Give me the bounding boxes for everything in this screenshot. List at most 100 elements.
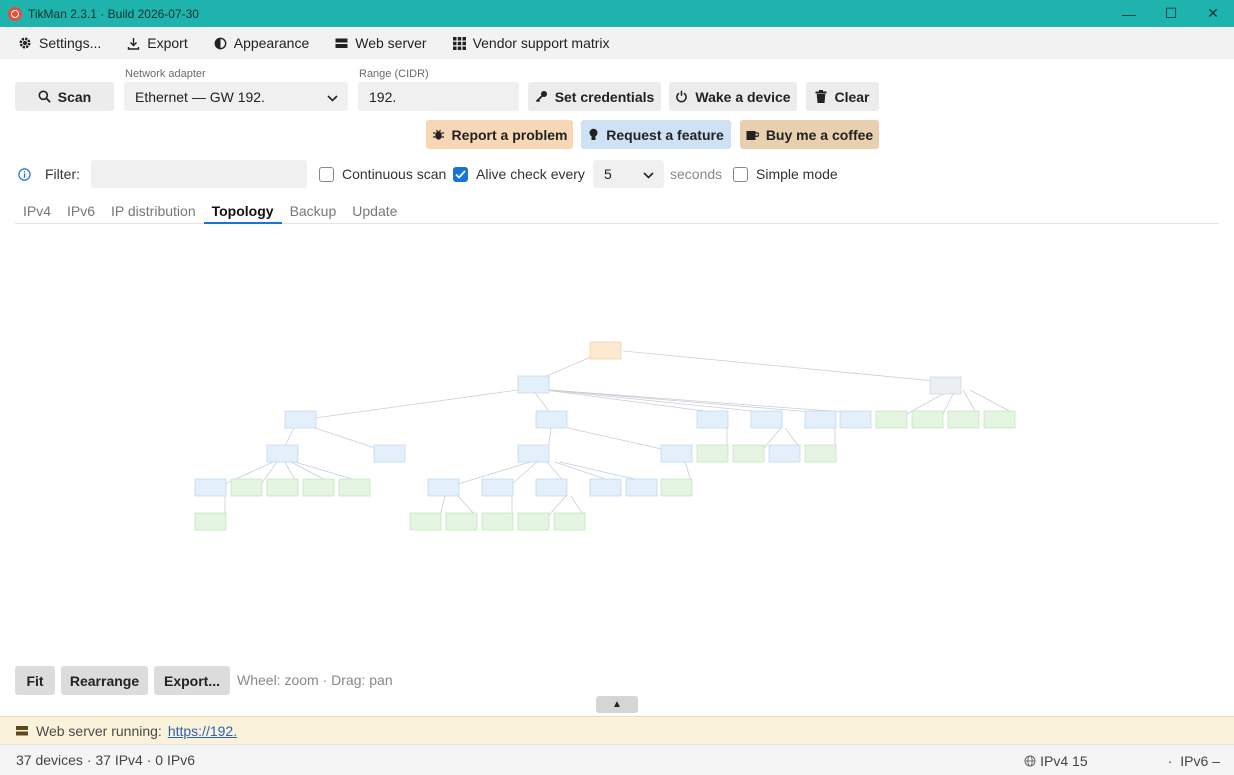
interval-select[interactable]: 5 <box>593 160 664 188</box>
topology-node[interactable] <box>266 444 299 463</box>
topology-node[interactable] <box>804 444 837 463</box>
close-button[interactable]: ✕ <box>1192 0 1234 27</box>
continuous-scan-box[interactable] <box>319 166 334 182</box>
simple-mode-box[interactable] <box>733 166 748 182</box>
export-graph-button[interactable]: Export... <box>154 666 230 695</box>
status-separator: · <box>1167 753 1173 769</box>
topology-node[interactable] <box>284 410 317 429</box>
tab-update[interactable]: Update <box>344 199 405 224</box>
topology-node[interactable] <box>409 512 442 531</box>
topology-node[interactable] <box>983 410 1016 429</box>
range-label: Range (CIDR) <box>359 68 429 80</box>
report-problem-label: Report a problem <box>451 126 568 143</box>
minimize-button[interactable]: — <box>1108 0 1150 27</box>
menu-bar: Settings... Export Appearance Web server… <box>0 27 1234 59</box>
download-icon <box>127 37 140 50</box>
menu-settings[interactable]: Settings... <box>18 35 101 51</box>
topology-node[interactable] <box>804 410 837 429</box>
tab-ipv4[interactable]: IPv4 <box>15 199 59 224</box>
topology-node[interactable] <box>535 478 568 497</box>
topology-canvas[interactable] <box>15 228 1219 658</box>
topology-node[interactable] <box>266 478 299 497</box>
menu-web-server[interactable]: Web server <box>335 35 427 51</box>
topology-node[interactable] <box>517 444 550 463</box>
topology-node[interactable] <box>768 444 801 463</box>
topology-node[interactable] <box>911 410 944 429</box>
report-problem-button[interactable]: Report a problem <box>426 120 573 149</box>
contrast-icon <box>214 37 227 50</box>
tab-ipv6[interactable]: IPv6 <box>59 199 103 224</box>
filter-input[interactable] <box>91 160 307 188</box>
bug-icon <box>432 128 445 141</box>
topology-node[interactable] <box>947 410 980 429</box>
topology-node[interactable] <box>302 478 335 497</box>
adapter-value: Ethernet — GW 192. <box>135 88 265 105</box>
clear-button[interactable]: Clear <box>806 82 879 111</box>
topology-node[interactable] <box>589 478 622 497</box>
topology-node[interactable] <box>625 478 658 497</box>
maximize-button[interactable]: ☐ <box>1150 0 1192 27</box>
tab-ip-distribution[interactable]: IP distribution <box>103 199 204 224</box>
buy-coffee-label: Buy me a coffee <box>765 126 874 143</box>
topology-node[interactable] <box>445 512 478 531</box>
topology-node[interactable] <box>481 478 514 497</box>
grid-icon <box>452 36 466 50</box>
topology-node[interactable] <box>427 478 460 497</box>
request-feature-button[interactable]: Request a feature <box>581 120 731 149</box>
topology-node[interactable] <box>338 478 371 497</box>
web-server-link[interactable]: https://192. <box>168 723 237 739</box>
seconds-label: seconds <box>670 166 723 182</box>
topology-node[interactable] <box>660 444 693 463</box>
alive-check-box[interactable] <box>453 166 468 182</box>
trash-icon <box>815 90 827 103</box>
topology-node[interactable] <box>696 444 729 463</box>
topology-node[interactable] <box>230 478 263 497</box>
alive-check-label: Alive check every <box>476 166 585 182</box>
adapter-select[interactable]: Ethernet — GW 192. <box>124 82 348 111</box>
scan-button[interactable]: Scan <box>15 82 114 111</box>
simple-mode-checkbox[interactable]: Simple mode <box>733 166 838 182</box>
window-title: TikMan 2.3.1 · Build 2026-07-30 <box>28 6 199 21</box>
topology-node[interactable] <box>750 410 783 429</box>
menu-export-label: Export <box>147 35 188 51</box>
tab-backup[interactable]: Backup <box>282 199 345 224</box>
menu-appearance[interactable]: Appearance <box>214 35 309 51</box>
menu-export[interactable]: Export <box>127 35 188 51</box>
chevron-down-icon <box>327 89 338 105</box>
topology-node[interactable] <box>589 341 622 360</box>
topology-node[interactable] <box>875 410 908 429</box>
topology-node[interactable] <box>535 410 568 429</box>
topology-node[interactable] <box>660 478 693 497</box>
fit-button[interactable]: Fit <box>15 666 55 695</box>
set-credentials-button[interactable]: Set credentials <box>528 82 661 111</box>
alive-check-checkbox[interactable]: Alive check every <box>453 166 585 182</box>
info-icon[interactable] <box>18 168 31 184</box>
wake-device-button[interactable]: Wake a device <box>669 82 797 111</box>
topology-node[interactable] <box>517 375 550 394</box>
range-input[interactable]: 192. <box>358 82 519 111</box>
topology-graph[interactable] <box>15 228 1219 658</box>
checkmark-icon <box>455 169 466 179</box>
topology-node[interactable] <box>696 410 729 429</box>
topology-node[interactable] <box>194 478 227 497</box>
menu-vendor-matrix[interactable]: Vendor support matrix <box>452 35 610 51</box>
topology-node[interactable] <box>732 444 765 463</box>
menu-settings-label: Settings... <box>39 35 102 51</box>
buy-coffee-button[interactable]: Buy me a coffee <box>740 120 879 149</box>
topology-node[interactable] <box>373 444 406 463</box>
app-logo-icon <box>8 6 22 21</box>
tab-topology[interactable]: Topology <box>203 199 282 224</box>
topology-node[interactable] <box>553 512 586 531</box>
topology-node[interactable] <box>194 512 227 531</box>
rearrange-button[interactable]: Rearrange <box>61 666 148 695</box>
topology-node[interactable] <box>517 512 550 531</box>
topology-node[interactable] <box>929 376 962 395</box>
continuous-scan-checkbox[interactable]: Continuous scan <box>319 166 446 182</box>
ipv4-status: IPv4 15 <box>1040 753 1088 769</box>
request-feature-label: Request a feature <box>606 126 724 143</box>
topology-node[interactable] <box>839 410 872 429</box>
topology-node[interactable] <box>481 512 514 531</box>
expand-panel-button[interactable]: ▲ <box>596 696 638 713</box>
server-icon <box>335 38 348 49</box>
interval-value: 5 <box>604 166 612 182</box>
